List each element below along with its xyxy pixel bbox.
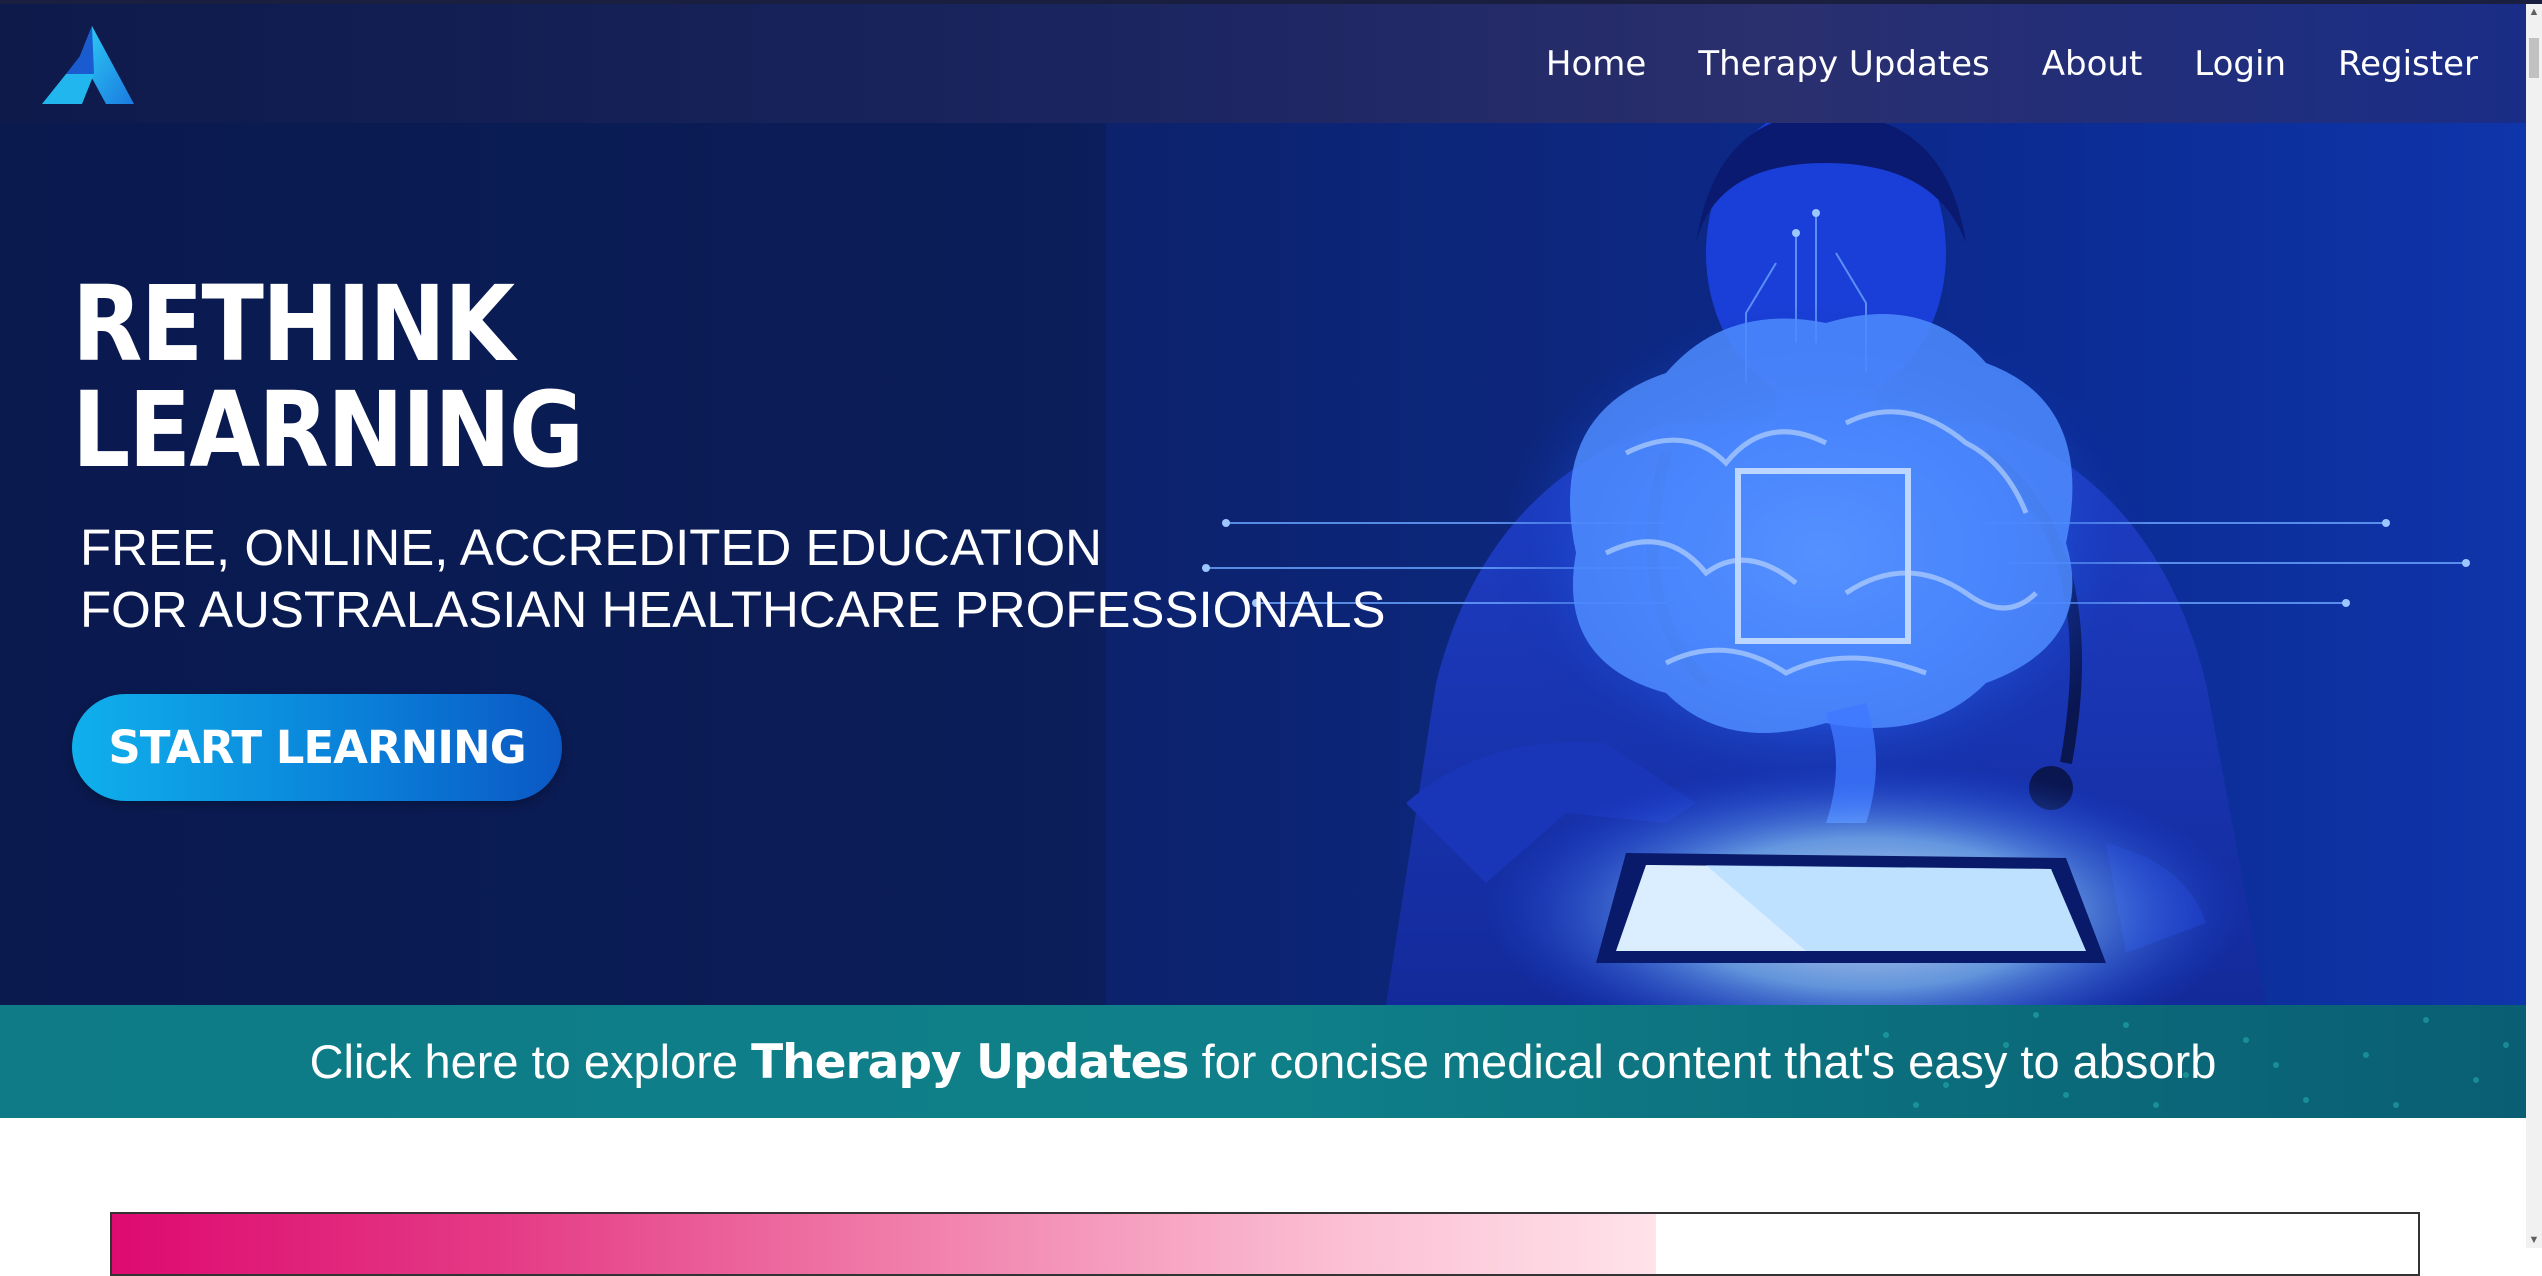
featured-card-gradient-strip [112, 1214, 1656, 1274]
scroll-thumb[interactable] [2529, 38, 2539, 78]
scroll-down-arrow-icon[interactable]: ▼ [2528, 1234, 2540, 1246]
hero-subtitle-line2: FOR AUSTRALASIAN HEALTHCARE PROFESSIONAL… [80, 581, 1386, 638]
hero-title-line2: LEARNING [72, 369, 584, 491]
triangle-logo-icon [42, 26, 134, 104]
hero-title-line1: RETHINK [72, 263, 515, 385]
page-scrollbar[interactable]: ▲ ▼ [2526, 4, 2542, 1248]
hero-subtitle: FREE, ONLINE, ACCREDITED EDUCATION FOR A… [80, 517, 1386, 641]
nav-about[interactable]: About [2042, 44, 2143, 84]
nav-therapy-updates[interactable]: Therapy Updates [1698, 44, 1989, 84]
hero-subtitle-line1: FREE, ONLINE, ACCREDITED EDUCATION [80, 519, 1103, 576]
hero-title: RETHINK LEARNING [72, 263, 584, 491]
main-nav: Home Therapy Updates About Login Registe… [1546, 4, 2478, 123]
nav-home[interactable]: Home [1546, 44, 1646, 84]
featured-card [110, 1212, 2420, 1276]
nav-login[interactable]: Login [2194, 44, 2286, 84]
nav-register[interactable]: Register [2338, 44, 2478, 84]
banner-suffix: for concise medical content that's easy … [1188, 1034, 2217, 1088]
scroll-up-arrow-icon[interactable]: ▲ [2528, 6, 2540, 18]
therapy-updates-banner[interactable]: Click here to explore Therapy Updates fo… [0, 1005, 2526, 1118]
banner-highlight: Therapy Updates [751, 1034, 1189, 1090]
hero-section: RETHINK LEARNING FREE, ONLINE, ACCREDITE… [0, 123, 2526, 1005]
banner-prefix: Click here to explore [309, 1034, 752, 1088]
site-logo[interactable] [42, 26, 134, 106]
site-header: Home Therapy Updates About Login Registe… [0, 4, 2526, 123]
banner-text: Click here to explore Therapy Updates fo… [310, 1034, 2217, 1090]
start-learning-button[interactable]: START LEARNING [72, 694, 562, 801]
